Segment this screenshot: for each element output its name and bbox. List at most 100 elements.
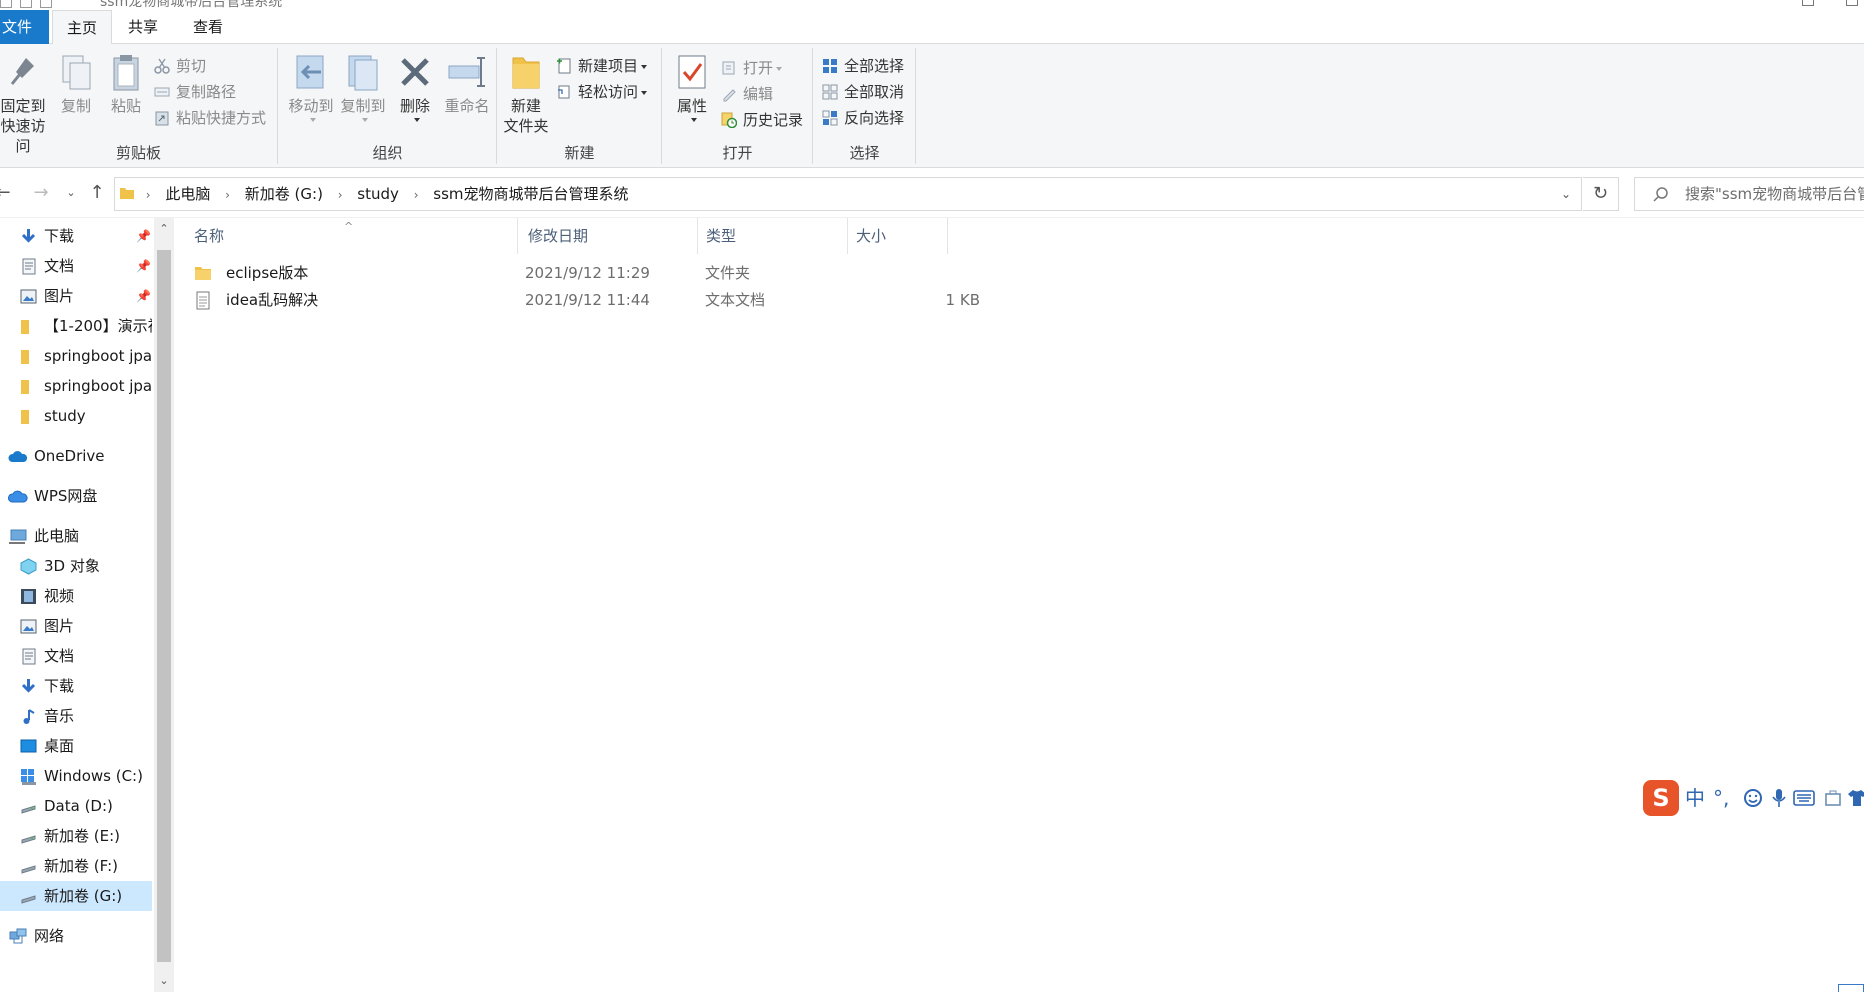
nav-item-folder-study[interactable]: study — [0, 401, 152, 431]
properties-button[interactable]: 属性 — [671, 52, 713, 122]
nav-item-drive-e[interactable]: 新加卷 (E:) — [0, 821, 152, 851]
column-header-name[interactable]: 名称 ^ — [168, 218, 518, 254]
copy-to-button[interactable]: 复制到 — [337, 52, 389, 122]
paste-button[interactable]: 粘贴 — [104, 52, 148, 116]
nav-item-documents[interactable]: 文档 — [0, 641, 152, 671]
history-label: 历史记录 — [743, 111, 804, 129]
text-file-icon — [196, 291, 210, 310]
search-input[interactable]: 搜索"ssm宠物商城带后台管 — [1685, 178, 1864, 210]
new-folder-button[interactable]: 新建 文件夹 — [502, 52, 550, 136]
rename-label: 重命名 — [444, 97, 490, 115]
keyboard-icon[interactable] — [1793, 790, 1815, 806]
nav-item-drive-d[interactable]: Data (D:) — [0, 791, 152, 821]
nav-item-wps-cloud[interactable]: WPS网盘 — [0, 481, 152, 511]
breadcrumb-separator[interactable]: › — [219, 179, 236, 211]
nav-item-drive-c[interactable]: Windows (C:) — [0, 761, 152, 791]
up-button[interactable]: ↑ — [86, 182, 108, 204]
refresh-button[interactable]: ↻ — [1583, 177, 1619, 211]
nav-item-drive-f[interactable]: 新加卷 (F:) — [0, 851, 152, 881]
breadcrumb-this-pc[interactable]: 此电脑 — [161, 178, 214, 210]
nav-item-documents-quick[interactable]: 文档 📌 — [0, 251, 152, 281]
nav-item-pictures[interactable]: 图片 — [0, 611, 152, 641]
address-bar[interactable]: › 此电脑 › 新加卷 (G:) › study › ssm宠物商城带后台管理系… — [114, 177, 1582, 211]
copy-button[interactable]: 复制 — [54, 52, 98, 116]
edit-button[interactable]: 编辑 — [719, 82, 773, 106]
nav-item-onedrive[interactable]: OneDrive — [0, 441, 152, 471]
emoji-icon[interactable] — [1743, 788, 1763, 808]
search-box[interactable]: 搜索"ssm宠物商城带后台管 — [1634, 177, 1864, 211]
nav-label: 下载 — [44, 227, 75, 245]
rename-button[interactable]: 重命名 — [441, 52, 493, 116]
select-all-button[interactable]: 全部选择 — [820, 54, 904, 78]
history-button[interactable]: 历史记录 — [719, 108, 803, 132]
skin-shirt-icon[interactable] — [1847, 788, 1864, 808]
cut-label: 剪切 — [176, 57, 207, 75]
forward-button[interactable]: → — [30, 182, 52, 204]
quick-access-toolbar[interactable] — [0, 0, 90, 8]
breadcrumb-current-folder[interactable]: ssm宠物商城带后台管理系统 — [429, 178, 632, 210]
nav-item-this-pc[interactable]: 此电脑 — [0, 521, 152, 551]
tab-home[interactable]: 主页 — [52, 10, 112, 45]
sogou-logo-icon[interactable]: S — [1643, 780, 1679, 816]
pin-to-quick-access-button[interactable]: 固定到 快速访问 — [0, 52, 52, 156]
move-to-icon — [296, 55, 324, 89]
table-row[interactable]: idea乱码解决 2021/9/12 11:44 文本文档 1 KB — [194, 287, 1124, 314]
address-history-dropdown[interactable]: ⌄ — [1551, 178, 1581, 210]
ime-punctuation-toggle[interactable]: °, — [1713, 784, 1729, 812]
invert-selection-button[interactable]: 反向选择 — [820, 106, 904, 130]
nav-item-folder-springboot-1[interactable]: springboot jpa — [0, 341, 152, 371]
microphone-icon[interactable] — [1771, 788, 1787, 808]
column-header-size[interactable]: 大小 — [848, 218, 948, 254]
breadcrumb-separator[interactable]: › — [332, 179, 349, 211]
move-to-button[interactable]: 移动到 — [285, 52, 337, 122]
select-none-button[interactable]: 全部取消 — [820, 80, 904, 104]
nav-item-network[interactable]: 网络 — [0, 921, 152, 951]
rename-icon — [448, 57, 485, 87]
sort-ascending-icon: ^ — [344, 220, 354, 233]
breadcrumb: › 此电脑 › 新加卷 (G:) › study › ssm宠物商城带后台管理系… — [115, 178, 633, 210]
nav-item-videos[interactable]: 视频 — [0, 581, 152, 611]
file-date: 2021/9/12 11:44 — [525, 291, 650, 309]
nav-item-drive-g[interactable]: 新加卷 (G:) — [0, 881, 152, 911]
nav-item-pictures-quick[interactable]: 图片 📌 — [0, 281, 152, 311]
tab-file[interactable]: 文件 — [0, 10, 49, 44]
maximize-button[interactable] — [1846, 0, 1858, 6]
drive-icon — [21, 865, 36, 874]
easy-access-button[interactable]: 轻松访问 — [554, 80, 648, 104]
ime-toolbar[interactable]: S 中 °, — [1643, 780, 1864, 816]
paste-shortcut-button[interactable]: 粘贴快捷方式 — [152, 106, 266, 130]
column-header-date[interactable]: 修改日期 — [518, 218, 698, 254]
delete-button[interactable]: 删除 — [393, 52, 437, 122]
pictures-icon — [20, 289, 37, 304]
select-all-label: 全部选择 — [844, 57, 905, 75]
nav-pane-scrollbar[interactable]: ⌃ ⌄ — [154, 218, 174, 992]
3d-objects-icon — [20, 558, 37, 575]
nav-label: springboot jpa — [44, 377, 152, 395]
scroll-thumb[interactable] — [157, 250, 171, 962]
table-row[interactable]: eclipse版本 2021/9/12 11:29 文件夹 — [194, 260, 1124, 287]
open-button[interactable]: 打开 — [719, 56, 783, 80]
copy-path-button[interactable]: 复制路径 — [152, 80, 236, 104]
new-item-button[interactable]: 新建项目 — [554, 54, 648, 78]
ime-language-toggle[interactable]: 中 — [1685, 784, 1705, 812]
nav-item-downloads-quick[interactable]: 下载 📌 — [0, 221, 152, 251]
column-header-type[interactable]: 类型 — [698, 218, 848, 254]
minimize-button[interactable] — [1802, 0, 1814, 6]
nav-item-desktop[interactable]: 桌面 — [0, 731, 152, 761]
nav-item-downloads[interactable]: 下载 — [0, 671, 152, 701]
cut-button[interactable]: 剪切 — [152, 54, 206, 78]
tab-share[interactable]: 共享 — [116, 10, 170, 44]
nav-item-folder-springboot-2[interactable]: springboot jpa — [0, 371, 152, 401]
nav-item-folder-demo[interactable]: 【1-200】演示视 — [0, 311, 152, 341]
back-button[interactable]: ← — [0, 182, 14, 204]
toolbox-icon[interactable] — [1823, 788, 1843, 808]
select-none-label: 全部取消 — [844, 83, 905, 101]
nav-item-music[interactable]: 音乐 — [0, 701, 152, 731]
recent-locations-button[interactable]: ⌄ — [60, 182, 82, 204]
breadcrumb-study[interactable]: study — [353, 178, 403, 210]
nav-item-3d-objects[interactable]: 3D 对象 — [0, 551, 152, 581]
breadcrumb-drive-g[interactable]: 新加卷 (G:) — [241, 178, 327, 210]
breadcrumb-separator[interactable]: › — [408, 179, 425, 211]
scroll-down-arrow[interactable]: ⌄ — [154, 970, 174, 992]
tab-view[interactable]: 查看 — [181, 10, 235, 44]
